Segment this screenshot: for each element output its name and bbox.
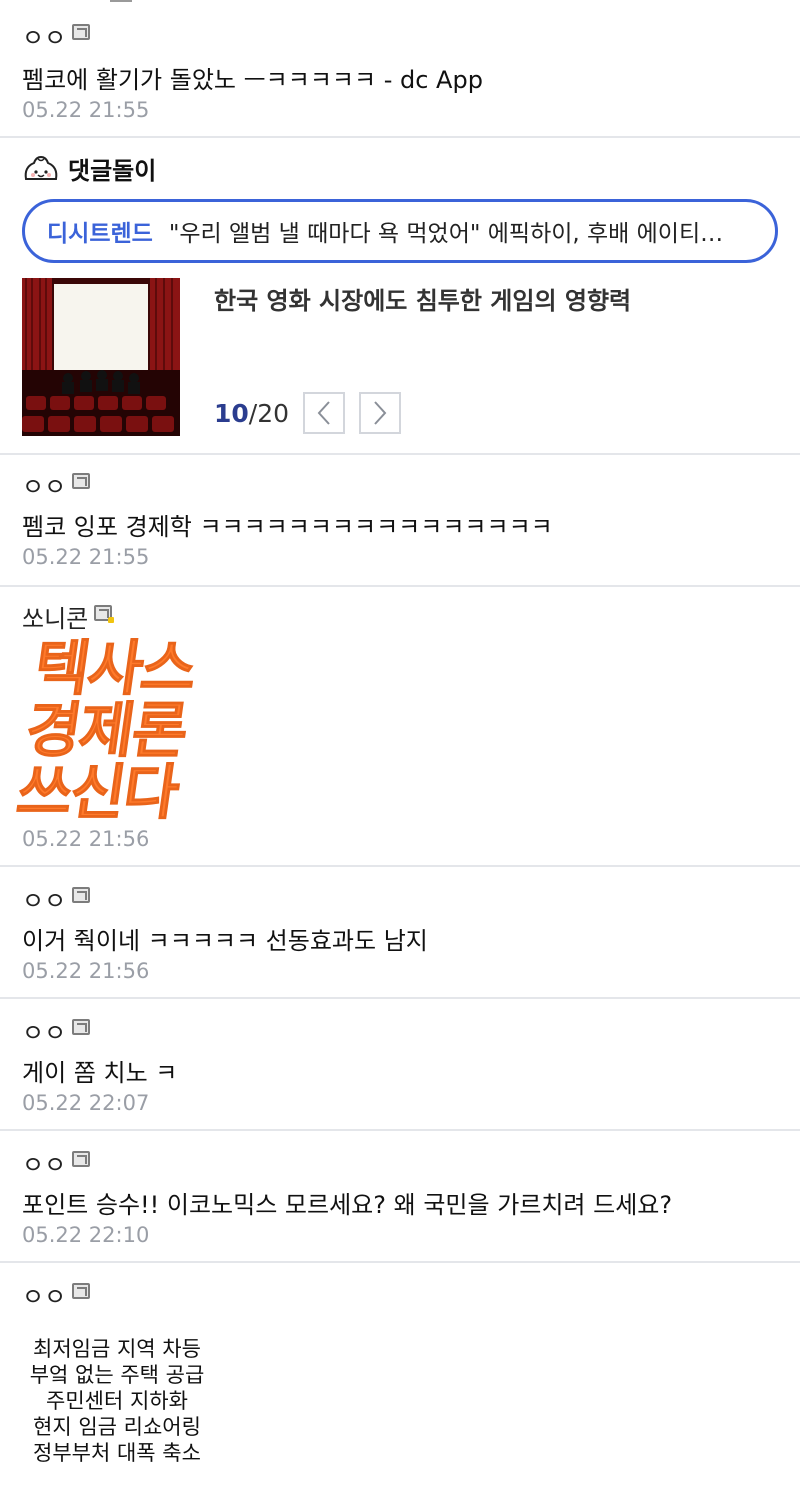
comment-item: ㅇㅇ 이거 줙이네 ㅋㅋㅋㅋㅋ 선동효과도 남지 05.22 21:56 — [0, 867, 800, 999]
image-line: 주민센터 지하화 — [46, 1389, 188, 1413]
dccon-sticker[interactable]: 텍사스 경제론 쓰신다 — [12, 634, 200, 829]
page-total: /20 — [248, 398, 290, 428]
comment-item: ㅇㅇ 펨코에 활기가 돌았노 ㅡㅋㅋㅋㅋㅋ - dc App 05.22 21:… — [0, 0, 800, 138]
prev-button[interactable] — [303, 392, 346, 434]
gallery-icon — [72, 472, 91, 489]
comment-date: 05.22 22:10 — [22, 1223, 150, 1247]
comment-item: ㅇㅇ 포인트 승수!! 이코노믹스 모르세요? 왜 국민을 가르치려 드세요? … — [0, 1131, 800, 1263]
gallery-icon — [72, 1018, 91, 1035]
comment-author[interactable]: ㅇㅇ — [22, 18, 91, 53]
nickname[interactable]: ㅇㅇ — [22, 1277, 66, 1312]
gallery-icon — [72, 1150, 91, 1167]
nickname[interactable]: ㅇㅇ — [22, 467, 66, 502]
comment-author[interactable]: ㅇㅇ — [22, 1277, 91, 1312]
image-line: 부엌 없는 주택 공급 — [29, 1363, 205, 1387]
gallery-icon — [72, 23, 91, 40]
comment-author[interactable]: ㅇㅇ — [22, 467, 91, 502]
nickname[interactable]: ㅇㅇ — [22, 1145, 66, 1180]
comment-date: 05.22 21:56 — [22, 827, 150, 851]
comment-author[interactable]: 쏘니콘 — [22, 599, 115, 634]
news-pager: 10/20 — [214, 392, 415, 434]
comment-date: 05.22 21:56 — [22, 959, 150, 983]
trend-banner[interactable]: 디시트렌드 "우리 앨범 낼 때마다 욕 먹었어" 에픽하이, 후배 에이티… — [22, 199, 778, 263]
comment-author[interactable]: ㅇㅇ — [22, 1145, 91, 1180]
comment-text: 포인트 승수!! 이코노믹스 모르세요? 왜 국민을 가르치려 드세요? — [22, 1191, 673, 1219]
comment-date: 05.22 22:07 — [22, 1091, 150, 1115]
reply-bot-title: 댓글돌이 — [22, 151, 156, 186]
dumpling-bot-icon — [22, 153, 60, 185]
comment-date: 05.22 21:55 — [22, 98, 150, 122]
nickname[interactable]: ㅇㅇ — [22, 18, 66, 53]
trend-tag: 디시트렌드 — [47, 221, 153, 247]
image-line: 최저임금 지역 차등 — [33, 1337, 201, 1361]
dccon-line: 경제론 — [21, 696, 191, 767]
chevron-left-icon — [317, 401, 330, 425]
reply-bot-section: 댓글돌이 디시트렌드 "우리 앨범 낼 때마다 욕 먹었어" 에픽하이, 후배 … — [0, 139, 800, 455]
trend-headline: "우리 앨범 낼 때마다 욕 먹었어" 에픽하이, 후배 에이티… — [168, 221, 724, 247]
dccon-line: 텍사스 — [29, 634, 200, 705]
dccon-line: 쓰신다 — [12, 758, 182, 829]
gallery-icon — [94, 604, 115, 623]
nickname[interactable]: 쏘니콘 — [22, 599, 88, 634]
next-button[interactable] — [359, 392, 402, 434]
comment-item: ㅇㅇ 펨코 잉포 경제학 ㅋㅋㅋㅋㅋㅋㅋㅋㅋㅋㅋㅋㅋㅋㅋㅋ 05.22 21:5… — [0, 453, 800, 587]
news-title[interactable]: 한국 영화 시장에도 침투한 게임의 영향력 — [214, 281, 631, 316]
reply-bot-label: 댓글돌이 — [68, 157, 157, 185]
chevron-right-icon — [374, 401, 387, 425]
comment-text: 게이 쫌 치노 ㅋ — [22, 1059, 178, 1087]
comment-date: 05.22 21:55 — [22, 545, 150, 569]
comment-author[interactable]: ㅇㅇ — [22, 1013, 91, 1048]
image-line: 정부부처 대폭 축소 — [33, 1441, 201, 1465]
news-thumbnail[interactable] — [22, 278, 180, 436]
comment-text: 이거 줙이네 ㅋㅋㅋㅋㅋ 선동효과도 남지 — [22, 927, 428, 955]
image-line: 현지 임금 리쇼어링 — [33, 1415, 201, 1439]
page-current: 10 — [214, 398, 249, 428]
nickname[interactable]: ㅇㅇ — [22, 881, 66, 916]
comment-text: 펨코에 활기가 돌았노 ㅡㅋㅋㅋㅋㅋ - dc App — [22, 66, 483, 94]
gallery-icon — [72, 1282, 91, 1299]
nickname[interactable]: ㅇㅇ — [22, 1013, 66, 1048]
page-indicator: 10/20 — [214, 399, 289, 428]
gallery-icon — [72, 886, 91, 903]
comment-author[interactable]: ㅇㅇ — [22, 881, 91, 916]
comment-image[interactable]: 최저임금 지역 차등 부엌 없는 주택 공급 주민센터 지하화 현지 임금 리쇼… — [22, 1336, 212, 1466]
comment-text: 펨코 잉포 경제학 ㅋㅋㅋㅋㅋㅋㅋㅋㅋㅋㅋㅋㅋㅋㅋㅋ — [22, 513, 553, 541]
comment-item: ㅇㅇ 게이 쫌 치노 ㅋ 05.22 22:07 — [0, 999, 800, 1131]
